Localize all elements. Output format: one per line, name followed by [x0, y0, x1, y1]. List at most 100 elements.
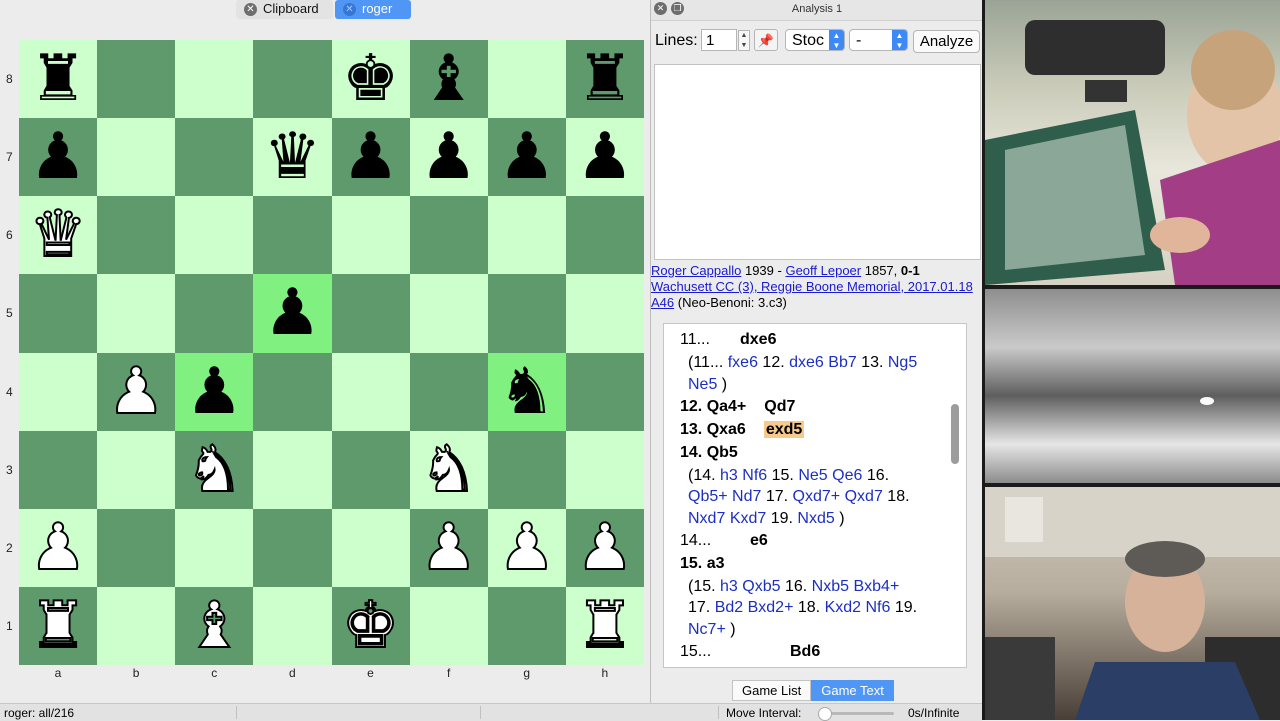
square-b2[interactable] — [97, 508, 176, 587]
square-a4[interactable] — [19, 352, 98, 431]
square-f8[interactable]: ♝ — [409, 40, 488, 119]
black-pawn-icon[interactable]: ♟ — [576, 125, 633, 189]
square-g2[interactable]: ♟ — [487, 508, 566, 587]
lines-input[interactable]: 1 — [701, 29, 737, 51]
black-pawn-icon[interactable]: ♟ — [264, 281, 321, 345]
square-h4[interactable] — [565, 352, 644, 431]
move-link[interactable]: fxe6 — [728, 354, 758, 371]
square-b4[interactable]: ♟ — [97, 352, 176, 431]
engine-select[interactable]: Stoc ▲ ▼ — [785, 29, 845, 51]
square-d5[interactable]: ♟ — [253, 274, 332, 353]
white-pawn-icon[interactable]: ♟ — [28, 515, 87, 581]
square-a3[interactable] — [19, 430, 98, 509]
square-h1[interactable]: ♜ — [565, 586, 644, 665]
move-link[interactable]: dxe6 — [789, 354, 824, 371]
white-knight-icon[interactable]: ♞ — [419, 437, 478, 503]
square-h8[interactable]: ♜ — [565, 40, 644, 119]
square-c3[interactable]: ♞ — [175, 430, 254, 509]
square-g7[interactable]: ♟ — [487, 118, 566, 197]
move-link[interactable]: Kxd7 — [730, 510, 766, 527]
square-h5[interactable] — [565, 274, 644, 353]
scrollbar[interactable] — [950, 324, 960, 667]
move-link[interactable]: Ne5 — [798, 467, 827, 484]
event-link[interactable]: Wachusett CC (3), Reggie Boone Memorial,… — [651, 279, 973, 294]
square-g5[interactable] — [487, 274, 566, 353]
square-f4[interactable] — [409, 352, 488, 431]
scrollbar-thumb[interactable] — [951, 404, 959, 464]
square-f5[interactable] — [409, 274, 488, 353]
square-b7[interactable] — [97, 118, 176, 197]
move-link[interactable]: Nxd5 — [797, 510, 834, 527]
square-d4[interactable] — [253, 352, 332, 431]
eco-link[interactable]: A46 — [651, 295, 674, 310]
square-h7[interactable]: ♟ — [565, 118, 644, 197]
black-pawn-icon[interactable]: ♟ — [342, 125, 399, 189]
option-select[interactable]: - ▲ ▼ — [849, 29, 908, 51]
move-link[interactable]: Qb5+ — [688, 488, 728, 505]
move-link[interactable]: exd5 — [763, 421, 805, 438]
square-c7[interactable] — [175, 118, 254, 197]
square-e5[interactable] — [331, 274, 410, 353]
square-c2[interactable] — [175, 508, 254, 587]
move-link[interactable]: Qb5 — [707, 444, 738, 461]
black-rook-icon[interactable]: ♜ — [29, 47, 86, 111]
black-bishop-icon[interactable]: ♝ — [420, 47, 477, 111]
black-rook-icon[interactable]: ♜ — [576, 47, 633, 111]
square-g3[interactable] — [487, 430, 566, 509]
move-link[interactable]: Qxb5 — [742, 578, 780, 595]
square-a5[interactable] — [19, 274, 98, 353]
black-king-icon[interactable]: ♚ — [342, 47, 399, 111]
square-g6[interactable] — [487, 196, 566, 275]
tab-clipboard[interactable]: ✕ Clipboard — [236, 0, 333, 19]
square-d8[interactable] — [253, 40, 332, 119]
square-a7[interactable]: ♟ — [19, 118, 98, 197]
move-link[interactable]: Qxd7+ — [793, 488, 841, 505]
black-queen-icon[interactable]: ♛ — [264, 125, 321, 189]
square-e6[interactable] — [331, 196, 410, 275]
chess-board[interactable]: ♜ ♚ ♝ ♜ ♟ ♛ ♟ ♟ ♟ ♟ ♛ ♟ ♟ ♟ ♞ ♞ ♞ ♟ ♟ ♟ ♟ ♜ ♝ ♚ ♜ — [19, 40, 644, 665]
move-link[interactable]: Kxd2 — [825, 599, 861, 616]
move-link[interactable]: Nf6 — [742, 467, 767, 484]
black-pawn-icon[interactable]: ♟ — [420, 125, 477, 189]
square-d6[interactable] — [253, 196, 332, 275]
square-c1[interactable]: ♝ — [175, 586, 254, 665]
square-c5[interactable] — [175, 274, 254, 353]
square-f7[interactable]: ♟ — [409, 118, 488, 197]
black-player-link[interactable]: Geoff Lepoer — [785, 263, 861, 278]
square-b8[interactable] — [97, 40, 176, 119]
square-d2[interactable] — [253, 508, 332, 587]
square-g8[interactable] — [487, 40, 566, 119]
square-h2[interactable]: ♟ — [565, 508, 644, 587]
white-pawn-icon[interactable]: ♟ — [419, 515, 478, 581]
move-link[interactable]: Ng5 — [888, 354, 917, 371]
move-link[interactable]: Bd6 — [790, 643, 820, 660]
move-link[interactable]: 13. — [680, 421, 707, 438]
move-link[interactable]: h3 — [720, 467, 738, 484]
black-pawn-icon[interactable]: ♟ — [29, 125, 86, 189]
tab-game-list[interactable]: Game List — [732, 680, 812, 701]
pin-button[interactable]: 📌 — [754, 29, 778, 51]
white-pawn-icon[interactable]: ♟ — [106, 359, 165, 425]
move-link[interactable]: e6 — [750, 532, 768, 549]
slider-knob[interactable] — [818, 707, 832, 721]
square-e8[interactable]: ♚ — [331, 40, 410, 119]
square-d3[interactable] — [253, 430, 332, 509]
square-f6[interactable] — [409, 196, 488, 275]
tab-game-text[interactable]: Game Text — [811, 680, 894, 701]
square-g4[interactable]: ♞ — [487, 352, 566, 431]
stepper-icon[interactable]: ▲ ▼ — [738, 30, 750, 51]
game-text-panel[interactable]: 11... dxe6 (11... fxe6 12. dxe6 Bb7 13. Ng… — [663, 323, 967, 668]
move-link[interactable]: h3 — [720, 578, 738, 595]
white-rook-icon[interactable]: ♜ — [28, 593, 87, 659]
square-b3[interactable] — [97, 430, 176, 509]
move-link[interactable]: Bxd2+ — [748, 599, 794, 616]
white-rook-icon[interactable]: ♜ — [575, 593, 634, 659]
move-link[interactable]: 14. — [680, 444, 707, 461]
move-link[interactable]: Nxb5 — [812, 578, 849, 595]
move-link[interactable]: Qxd7 — [845, 488, 883, 505]
move-link[interactable]: Bb7 — [828, 354, 856, 371]
white-queen-icon[interactable]: ♛ — [28, 202, 87, 268]
move-link[interactable]: Ne5 — [688, 376, 717, 393]
square-b6[interactable] — [97, 196, 176, 275]
white-pawn-icon[interactable]: ♟ — [497, 515, 556, 581]
